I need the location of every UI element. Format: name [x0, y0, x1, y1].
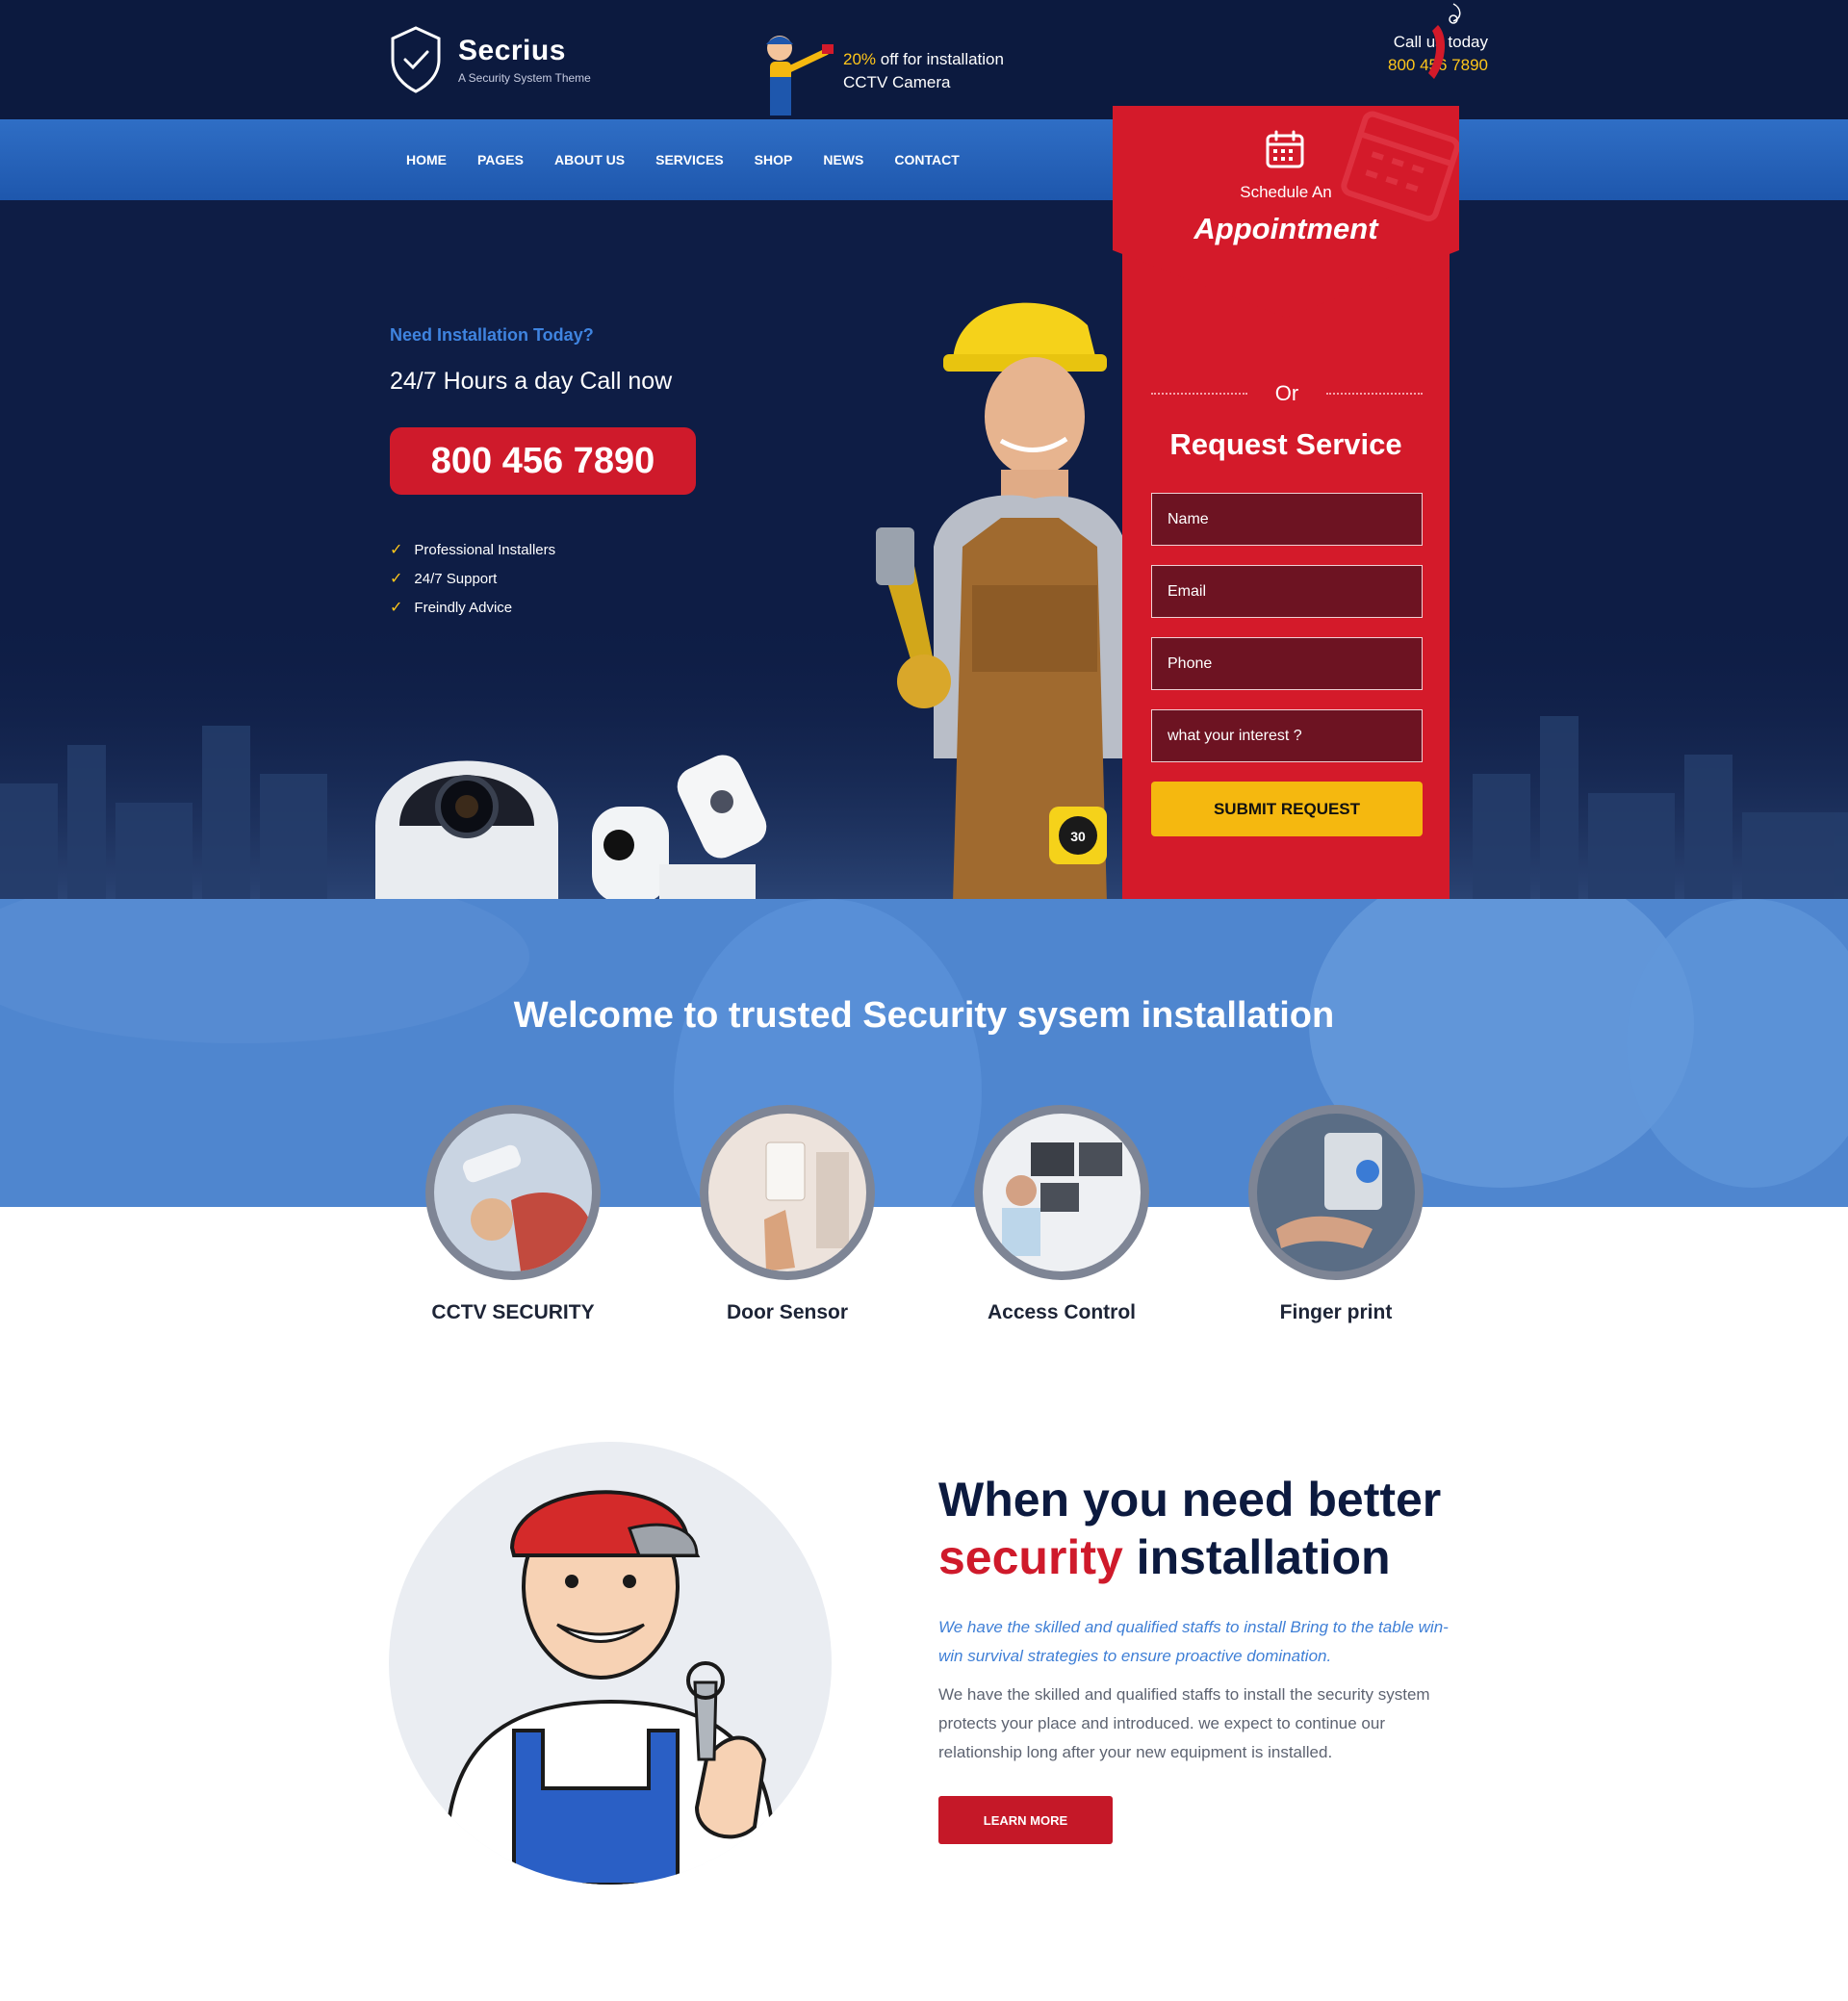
brand-name: Secrius: [458, 35, 566, 66]
security-cameras-image: [375, 755, 767, 899]
submit-request-button[interactable]: SUBMIT REQUEST: [1151, 782, 1423, 836]
phone-handset-icon: [1428, 3, 1461, 79]
nav-home[interactable]: HOME: [406, 152, 447, 167]
service-card-door-sensor[interactable]: Door Sensor: [681, 1105, 893, 1324]
or-divider: Or: [1151, 381, 1423, 406]
service-label: Finger print: [1279, 1301, 1393, 1323]
page: Secrius A Security System Theme 20% off …: [0, 0, 1848, 2001]
about-title-line-2: security installation: [938, 1528, 1477, 1586]
service-image-ring[interactable]: [974, 1105, 1149, 1280]
nav-contact[interactable]: CONTACT: [894, 152, 959, 167]
welcome-title: Welcome to trusted Security sysem instal…: [513, 995, 1335, 1036]
service-card-cctv[interactable]: CCTV SECURITY: [407, 1105, 619, 1324]
promo-line-2: CCTV Camera: [843, 73, 951, 91]
nav-pages[interactable]: PAGES: [477, 152, 524, 167]
feature-item: ✓ 24/7 Support: [390, 564, 555, 593]
promo-line-1: 20% off for installation: [843, 48, 1004, 71]
check-icon: ✓: [390, 571, 403, 587]
about-title-highlight: security: [938, 1530, 1123, 1584]
about-illustration: [389, 1442, 832, 1885]
service-label: Door Sensor: [726, 1301, 849, 1323]
nav-about-us[interactable]: ABOUT US: [554, 152, 625, 167]
nav-shop[interactable]: SHOP: [755, 152, 793, 167]
technician-worker-image: 30: [876, 302, 1126, 899]
hero-section: Need Installation Today? 24/7 Hours a da…: [0, 200, 1848, 899]
svg-text:30: 30: [1070, 829, 1086, 844]
service-label: Access Control: [987, 1301, 1137, 1323]
divider-line: [1325, 393, 1423, 395]
about-title-line-1: When you need better: [938, 1473, 1442, 1526]
request-service-title: Request Service: [1169, 427, 1402, 461]
feature-item: ✓ Professional Installers: [390, 535, 555, 564]
feature-label: Professional Installers: [414, 541, 556, 558]
feature-label: Freindly Advice: [414, 599, 513, 616]
service-image-ring[interactable]: [425, 1105, 601, 1280]
divider-line: [1151, 393, 1247, 395]
name-field[interactable]: Name: [1151, 493, 1423, 546]
or-label: Or: [1274, 381, 1299, 405]
learn-more-button[interactable]: LEARN MORE: [938, 1796, 1113, 1844]
service-image-ring[interactable]: [1248, 1105, 1424, 1280]
fingerprint-scanner-photo: [1257, 1114, 1415, 1271]
cctv-camera-photo: [434, 1114, 592, 1271]
nav-news[interactable]: NEWS: [823, 152, 863, 167]
door-sensor-photo: [708, 1114, 866, 1271]
check-icon: ✓: [390, 542, 403, 558]
email-field[interactable]: Email: [1151, 565, 1423, 618]
phone-field[interactable]: Phone: [1151, 637, 1423, 690]
hero-subtitle: Need Installation Today?: [390, 325, 594, 345]
hero-call-text: 24/7 Hours a day Call now: [390, 368, 673, 395]
appointment-panel: Schedule An Appointment Or Request Servi…: [1113, 106, 1459, 899]
about-body-text: We have the skilled and qualified staffs…: [938, 1685, 1430, 1761]
about-intro-italic: We have the skilled and qualified staffs…: [938, 1618, 1449, 1665]
calendar-icon: [1266, 130, 1304, 168]
promo-banner[interactable]: 20% off for installation CCTV Camera: [751, 23, 1004, 119]
hero-features: ✓ Professional Installers ✓ 24/7 Support ✓…: [390, 535, 555, 622]
top-bar: Secrius A Security System Theme 20% off …: [0, 0, 1848, 119]
service-card-finger-print[interactable]: Finger print: [1230, 1105, 1442, 1324]
hero-phone-button[interactable]: 800 456 7890: [390, 427, 696, 495]
promo-text: off for installation: [876, 50, 1004, 68]
feature-label: 24/7 Support: [414, 570, 498, 587]
check-icon: ✓: [390, 600, 403, 616]
handyman-mascot-image: [445, 1490, 776, 1885]
installer-mascot-icon: [766, 36, 834, 115]
services-row: CCTV SECURITY Door Sensor Access Control…: [0, 1105, 1848, 1346]
nav-services[interactable]: SERVICES: [655, 152, 724, 167]
shield-check-icon: [391, 26, 441, 93]
brand-logo[interactable]: Secrius A Security System Theme: [389, 25, 591, 94]
about-title: When you need better security installati…: [938, 1471, 1477, 1586]
brand-tagline: A Security System Theme: [458, 71, 591, 85]
service-label: CCTV SECURITY: [431, 1301, 595, 1323]
about-title-rest: installation: [1122, 1530, 1391, 1584]
service-card-access-control[interactable]: Access Control: [956, 1105, 1168, 1324]
service-image-ring[interactable]: [700, 1105, 875, 1280]
access-control-photo: [983, 1114, 1141, 1271]
feature-item: ✓ Freindly Advice: [390, 593, 555, 622]
interest-field[interactable]: what your interest ?: [1151, 709, 1423, 762]
schedule-label: Schedule An: [1240, 183, 1332, 201]
nav-bar: HOME PAGES ABOUT US SERVICES SHOP NEWS C…: [0, 119, 1848, 200]
promo-percent: 20%: [843, 50, 877, 68]
main-nav: HOME PAGES ABOUT US SERVICES SHOP NEWS C…: [391, 119, 975, 200]
appointment-title[interactable]: Appointment: [1113, 212, 1459, 246]
